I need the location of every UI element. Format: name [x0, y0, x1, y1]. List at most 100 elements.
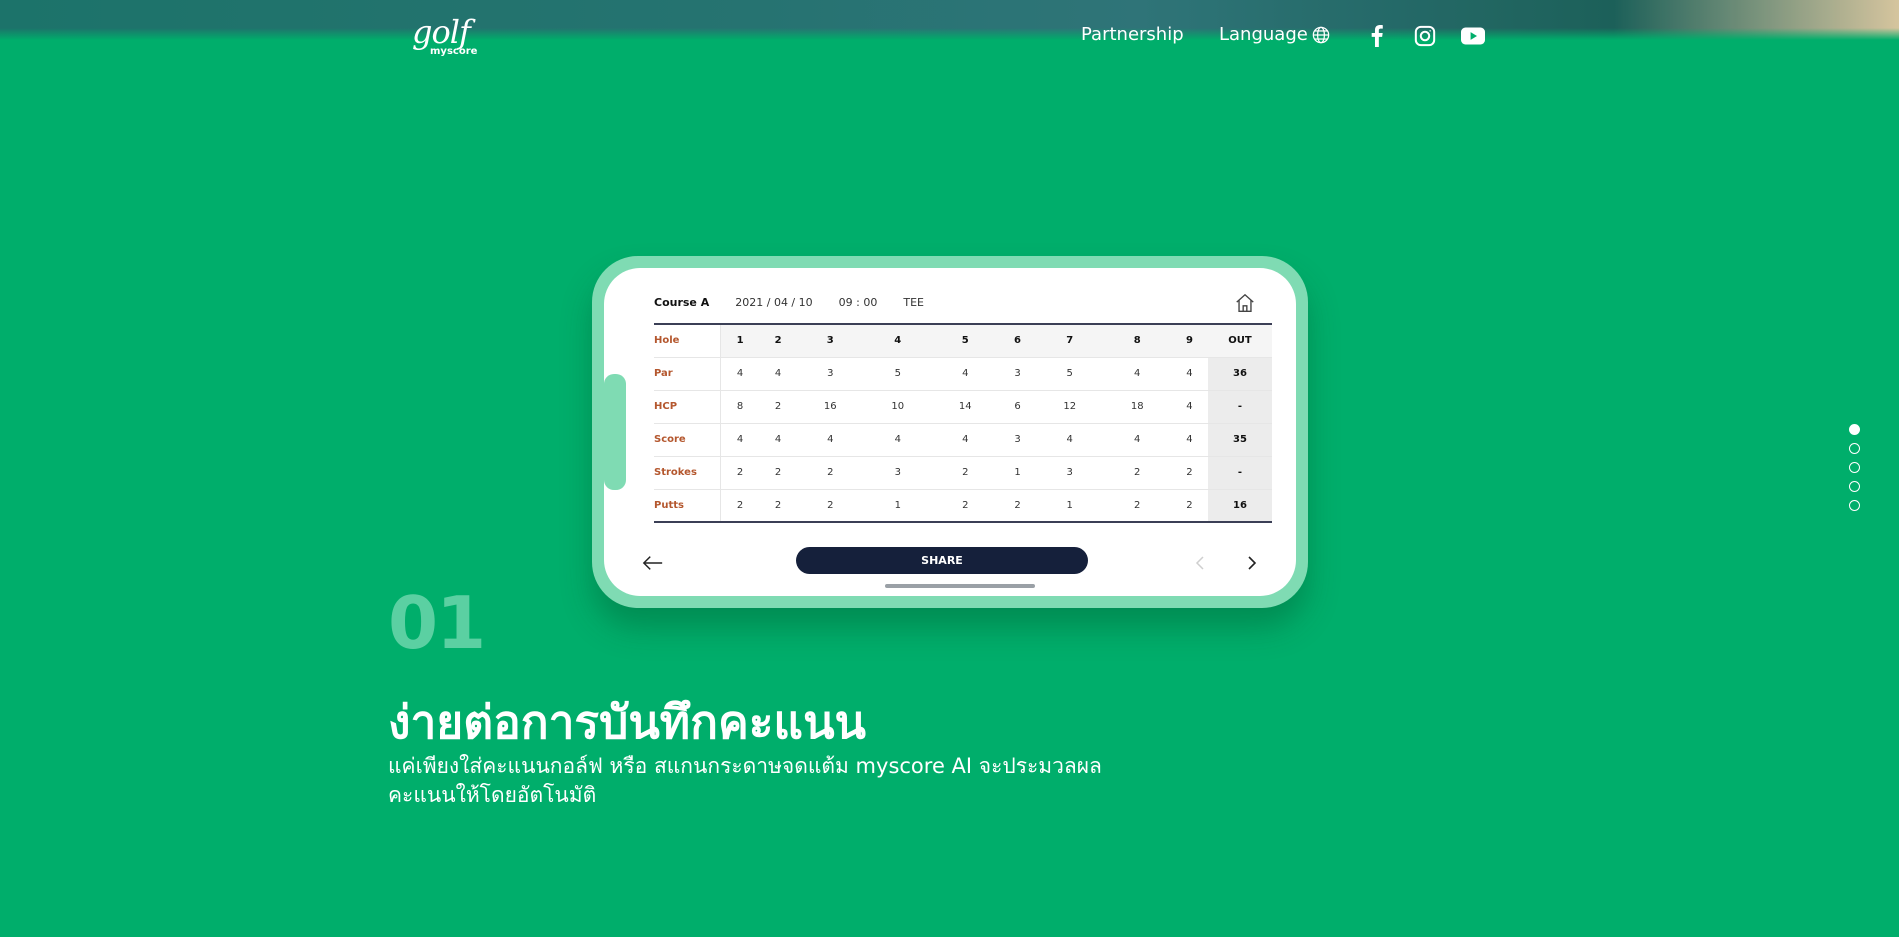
score-cell: 1: [864, 489, 932, 523]
previous-chevron-icon[interactable]: [1194, 555, 1208, 571]
score-cell: 3: [864, 456, 932, 490]
score-cell: 6: [999, 324, 1036, 358]
score-cell: 2: [1170, 489, 1208, 523]
score-cell: 3: [1035, 456, 1104, 490]
score-cell: 4: [864, 423, 932, 457]
feature-description: แค่เพียงใส่คะแนนกอล์ฟ หรือ สแกนกระดาษจดแ…: [388, 752, 1208, 810]
out-total-cell: 36: [1208, 357, 1272, 391]
round-time: 09 : 00: [838, 296, 878, 309]
table-row: Strokes 2 2 2 3 2 1 3 2 2-: [654, 456, 1272, 490]
score-cell: 14: [931, 390, 1000, 424]
score-cell: 9: [1170, 324, 1208, 358]
score-cell: 4: [1170, 357, 1208, 391]
score-cell: 5: [864, 357, 932, 391]
out-total-cell: -: [1208, 390, 1272, 424]
row-label: Par: [654, 357, 721, 391]
score-cell: 2: [796, 456, 865, 490]
back-arrow-icon[interactable]: [642, 553, 664, 573]
language-selector[interactable]: Language: [1219, 24, 1330, 45]
score-cell: 5: [1035, 357, 1104, 391]
score-cell: 18: [1103, 390, 1171, 424]
score-cell: 4: [931, 423, 1000, 457]
globe-icon: [1312, 26, 1330, 43]
score-cell: 2: [720, 489, 760, 523]
score-cell: 2: [759, 489, 797, 523]
slide-number: 01: [388, 581, 486, 665]
score-cell: 2: [759, 324, 797, 358]
row-label: HCP: [654, 390, 721, 424]
round-date: 2021 / 04 / 10: [735, 296, 813, 309]
score-cell: 1: [1035, 489, 1104, 523]
out-total-cell: -: [1208, 456, 1272, 490]
out-total-cell: 16: [1208, 489, 1272, 523]
language-label: Language: [1219, 24, 1308, 45]
score-cell: 4: [796, 423, 865, 457]
score-cell: 4: [864, 324, 932, 358]
table-row: Score 4 4 4 4 4 3 4 4 4 35: [654, 423, 1272, 457]
scorecard-table: Hole 1 2 3 4 5 6 7 8 9 OUT Par 4 4 3 5 4 3 5 4 4 36 HCP 8 2 16 10 1…: [654, 323, 1272, 523]
partnership-link[interactable]: Partnership: [1081, 24, 1184, 45]
pagination-dot[interactable]: [1849, 462, 1860, 473]
table-row: HCP 8 2 16 10 14 6 12 18 4-: [654, 390, 1272, 424]
description-line-1: แค่เพียงใส่คะแนนกอล์ฟ หรือ สแกนกระดาษจดแ…: [388, 754, 1102, 778]
site-header: golf myscore Partnership Language: [0, 0, 1899, 70]
scorecard-footer-nav: SHARE: [604, 543, 1296, 583]
score-cell: 2: [759, 390, 797, 424]
row-label: Putts: [654, 489, 721, 523]
score-cell: 2: [720, 456, 760, 490]
score-cell: 5: [931, 324, 1000, 358]
pagination-dot[interactable]: [1849, 443, 1860, 454]
table-row: Hole 1 2 3 4 5 6 7 8 9 OUT: [654, 324, 1272, 358]
score-cell: 12: [1035, 390, 1104, 424]
next-chevron-icon[interactable]: [1244, 555, 1258, 571]
pagination-dot[interactable]: [1849, 481, 1860, 492]
score-cell: 2: [1103, 456, 1171, 490]
home-icon[interactable]: [1234, 292, 1256, 314]
score-cell: 4: [1103, 357, 1171, 391]
table-row: Par 4 4 3 5 4 3 5 4 4 36: [654, 357, 1272, 391]
out-total-cell: 35: [1208, 423, 1272, 457]
score-cell: 8: [720, 390, 760, 424]
score-cell: 4: [1170, 390, 1208, 424]
score-cell: 3: [796, 357, 865, 391]
facebook-icon[interactable]: [1365, 24, 1389, 48]
score-cell: 4: [720, 357, 760, 391]
row-label: Score: [654, 423, 721, 457]
scorecard-header: Course A 2021 / 04 / 10 09 : 00 TEE: [654, 296, 924, 309]
score-cell: 3: [999, 357, 1036, 391]
score-cell: 6: [999, 390, 1036, 424]
score-cell: 4: [720, 423, 760, 457]
table-row: Putts 2 2 2 1 2 2 1 2 2 16: [654, 489, 1272, 523]
phone-side-notch: [604, 374, 626, 490]
tee-label: TEE: [903, 296, 924, 309]
instagram-icon[interactable]: [1413, 24, 1437, 48]
logo-text: golf: [412, 13, 471, 51]
score-cell: 2: [1103, 489, 1171, 523]
out-total-cell: OUT: [1208, 324, 1272, 358]
share-button[interactable]: SHARE: [796, 547, 1088, 574]
score-cell: 10: [864, 390, 932, 424]
logo-subtext: myscore: [430, 46, 478, 57]
score-cell: 4: [1170, 423, 1208, 457]
score-cell: 4: [759, 423, 797, 457]
score-cell: 2: [759, 456, 797, 490]
score-cell: 4: [1035, 423, 1104, 457]
feature-headline: ง่ายต่อการบันทึกคะแนน: [388, 695, 866, 749]
score-cell: 8: [1103, 324, 1171, 358]
score-cell: 2: [1170, 456, 1208, 490]
score-cell: 1: [999, 456, 1036, 490]
score-cell: 4: [931, 357, 1000, 391]
pagination-dot[interactable]: [1849, 500, 1860, 511]
pagination-dot[interactable]: [1849, 424, 1860, 435]
score-cell: 7: [1035, 324, 1104, 358]
score-cell: 4: [1103, 423, 1171, 457]
youtube-icon[interactable]: [1461, 24, 1485, 48]
score-cell: 2: [931, 456, 1000, 490]
score-cell: 16: [796, 390, 865, 424]
phone-mockup: Course A 2021 / 04 / 10 09 : 00 TEE Hole…: [592, 256, 1308, 608]
golf-myscore-logo[interactable]: golf myscore: [412, 13, 477, 66]
description-line-2: คะแนนให้โดยอัตโนมัติ: [388, 783, 597, 807]
row-label: Hole: [654, 324, 721, 358]
score-cell: 4: [759, 357, 797, 391]
score-cell: 2: [796, 489, 865, 523]
